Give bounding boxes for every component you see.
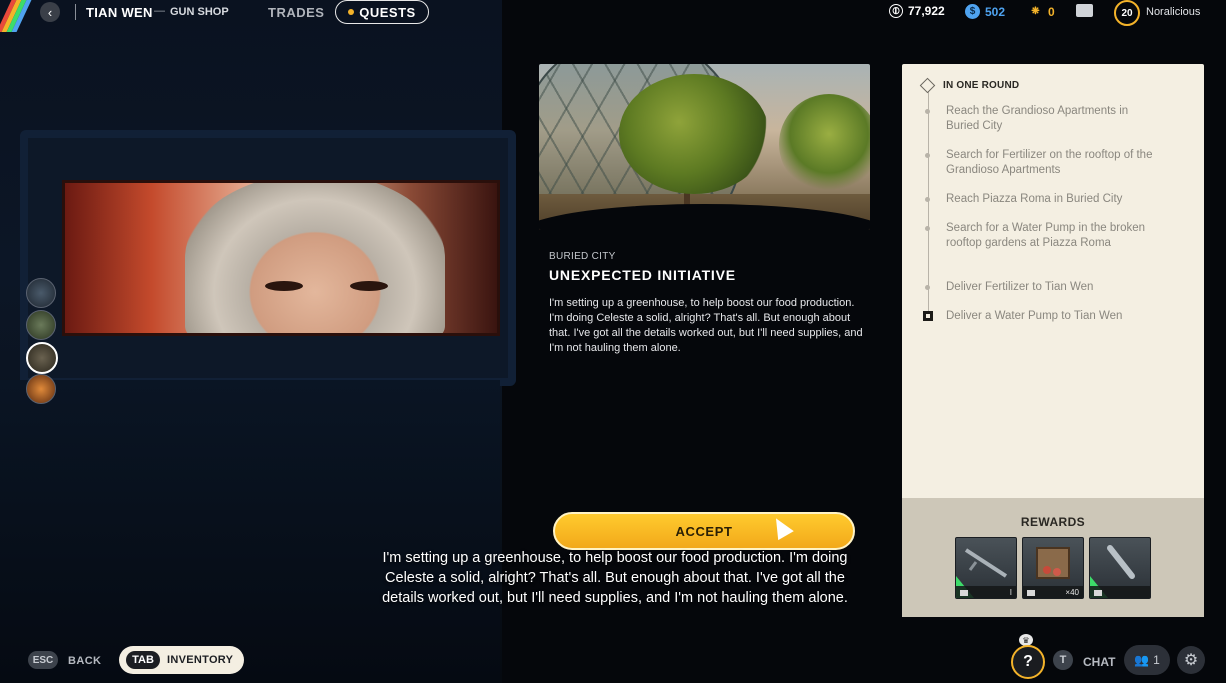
quest-description: I'm setting up a greenhouse, to help boo… bbox=[549, 297, 863, 354]
back-label[interactable]: BACK bbox=[68, 655, 101, 667]
back-arrow-button[interactable]: ‹ bbox=[40, 2, 60, 22]
objective-item: Reach Piazza Roma in Buried City bbox=[946, 193, 1123, 205]
trader-separator: — bbox=[154, 5, 165, 17]
reward-qty: ×40 bbox=[1065, 588, 1079, 597]
reward-footer: ×40 bbox=[1023, 586, 1083, 598]
gear-icon: ⚙ bbox=[1183, 652, 1199, 669]
vendor-eye-right bbox=[350, 281, 388, 291]
currency-credits: $ 502 bbox=[965, 4, 1005, 19]
side-quest-marker-3[interactable] bbox=[26, 342, 58, 374]
chat-label[interactable]: CHAT bbox=[1083, 655, 1115, 669]
reward-footer: I bbox=[956, 586, 1016, 598]
objectives-header: IN ONE ROUND bbox=[943, 80, 1020, 91]
party-icon: 👥 bbox=[1134, 653, 1150, 667]
objective-item: Search for a Water Pump in the broken ro… bbox=[946, 222, 1146, 249]
slot-icon bbox=[1027, 590, 1035, 596]
logo-stripes bbox=[0, 0, 40, 32]
objective-item: Deliver Fertilizer to Tian Wen bbox=[946, 281, 1094, 293]
objective-dot-icon bbox=[925, 197, 930, 202]
vendor-portrait-window bbox=[62, 180, 500, 336]
trader-name: TIAN WEN bbox=[86, 5, 153, 20]
vendor-face bbox=[185, 183, 445, 333]
party-count: 1 bbox=[1153, 653, 1160, 667]
dialogue-subtitle: I'm setting up a greenhouse, to help boo… bbox=[382, 550, 848, 606]
help-button[interactable]: ? bbox=[1011, 645, 1045, 679]
quest-title: UNEXPECTED INITIATIVE bbox=[549, 267, 736, 283]
player-level-badge[interactable]: 20 bbox=[1114, 0, 1140, 26]
tab-quests-label: QUESTS bbox=[359, 4, 416, 20]
settings-button[interactable]: ⚙ bbox=[1177, 646, 1205, 674]
chat-key-hint[interactable]: T bbox=[1053, 650, 1073, 670]
quest-indicator-icon bbox=[348, 9, 355, 15]
objectives-panel: IN ONE ROUND Reach the Grandioso Apartme… bbox=[902, 64, 1204, 617]
tab-quests[interactable]: QUESTS bbox=[335, 0, 429, 24]
side-quest-marker-2[interactable] bbox=[26, 310, 56, 340]
currency-credits-value: 502 bbox=[985, 4, 1006, 19]
rewards-title: REWARDS bbox=[1020, 515, 1086, 529]
tab-trades[interactable]: TRADES bbox=[268, 5, 324, 20]
party-button[interactable]: 👥 1 bbox=[1124, 645, 1170, 675]
chevron-left-icon: ‹ bbox=[47, 4, 53, 20]
esc-key-hint[interactable]: ESC bbox=[28, 651, 58, 669]
reward-item[interactable]: I bbox=[955, 537, 1017, 599]
inventory-button[interactable]: TAB INVENTORY bbox=[119, 646, 244, 674]
door-lower bbox=[0, 380, 500, 683]
currency-tokens-value: 0 bbox=[1048, 4, 1055, 19]
quest-location: BURIED CITY bbox=[549, 251, 616, 262]
rewards-section: REWARDS I ×40 bbox=[902, 498, 1204, 617]
trader-role: GUN SHOP bbox=[170, 6, 229, 18]
inventory-label: INVENTORY bbox=[167, 654, 234, 666]
objective-item: Deliver a Water Pump to Tian Wen bbox=[946, 310, 1123, 322]
objective-item: Reach the Grandioso Apartments in Buried… bbox=[946, 105, 1129, 132]
currency-coins-value: 77,922 bbox=[908, 4, 945, 18]
header-divider bbox=[75, 4, 76, 20]
reward-qty: I bbox=[1009, 588, 1012, 597]
side-quest-marker-1[interactable] bbox=[26, 278, 56, 308]
slot-icon bbox=[1094, 590, 1102, 596]
crate-icon bbox=[1036, 547, 1070, 579]
objective-dot-icon bbox=[925, 285, 930, 290]
username[interactable]: Noralicious bbox=[1146, 6, 1200, 18]
token-icon: ❋ bbox=[1031, 6, 1040, 17]
tab-key-hint: TAB bbox=[126, 651, 160, 669]
reward-item[interactable] bbox=[1089, 537, 1151, 599]
reward-item[interactable]: ×40 bbox=[1022, 537, 1084, 599]
orange-tree-2 bbox=[779, 94, 870, 194]
diamond-icon bbox=[919, 77, 936, 94]
slot-icon bbox=[960, 590, 968, 596]
currency-coins: ⦶ 77,922 bbox=[889, 4, 945, 18]
objective-dot-icon bbox=[925, 153, 930, 158]
quest-image bbox=[539, 64, 870, 230]
side-quest-marker-4[interactable] bbox=[26, 374, 56, 404]
credit-icon: $ bbox=[965, 4, 980, 19]
currency-tokens: ❋ 0 bbox=[1028, 4, 1055, 19]
reward-footer bbox=[1090, 586, 1150, 598]
objective-checkbox-icon bbox=[923, 311, 933, 321]
coin-icon: ⦶ bbox=[889, 4, 903, 18]
mail-icon[interactable] bbox=[1076, 4, 1093, 17]
vendor-eye-left bbox=[265, 281, 303, 291]
objective-dot-icon bbox=[925, 109, 930, 114]
orange-tree bbox=[619, 74, 769, 194]
accept-button[interactable]: ACCEPT bbox=[553, 512, 855, 550]
objective-item: Search for Fertilizer on the rooftop of … bbox=[946, 149, 1153, 176]
objective-dot-icon bbox=[925, 226, 930, 231]
